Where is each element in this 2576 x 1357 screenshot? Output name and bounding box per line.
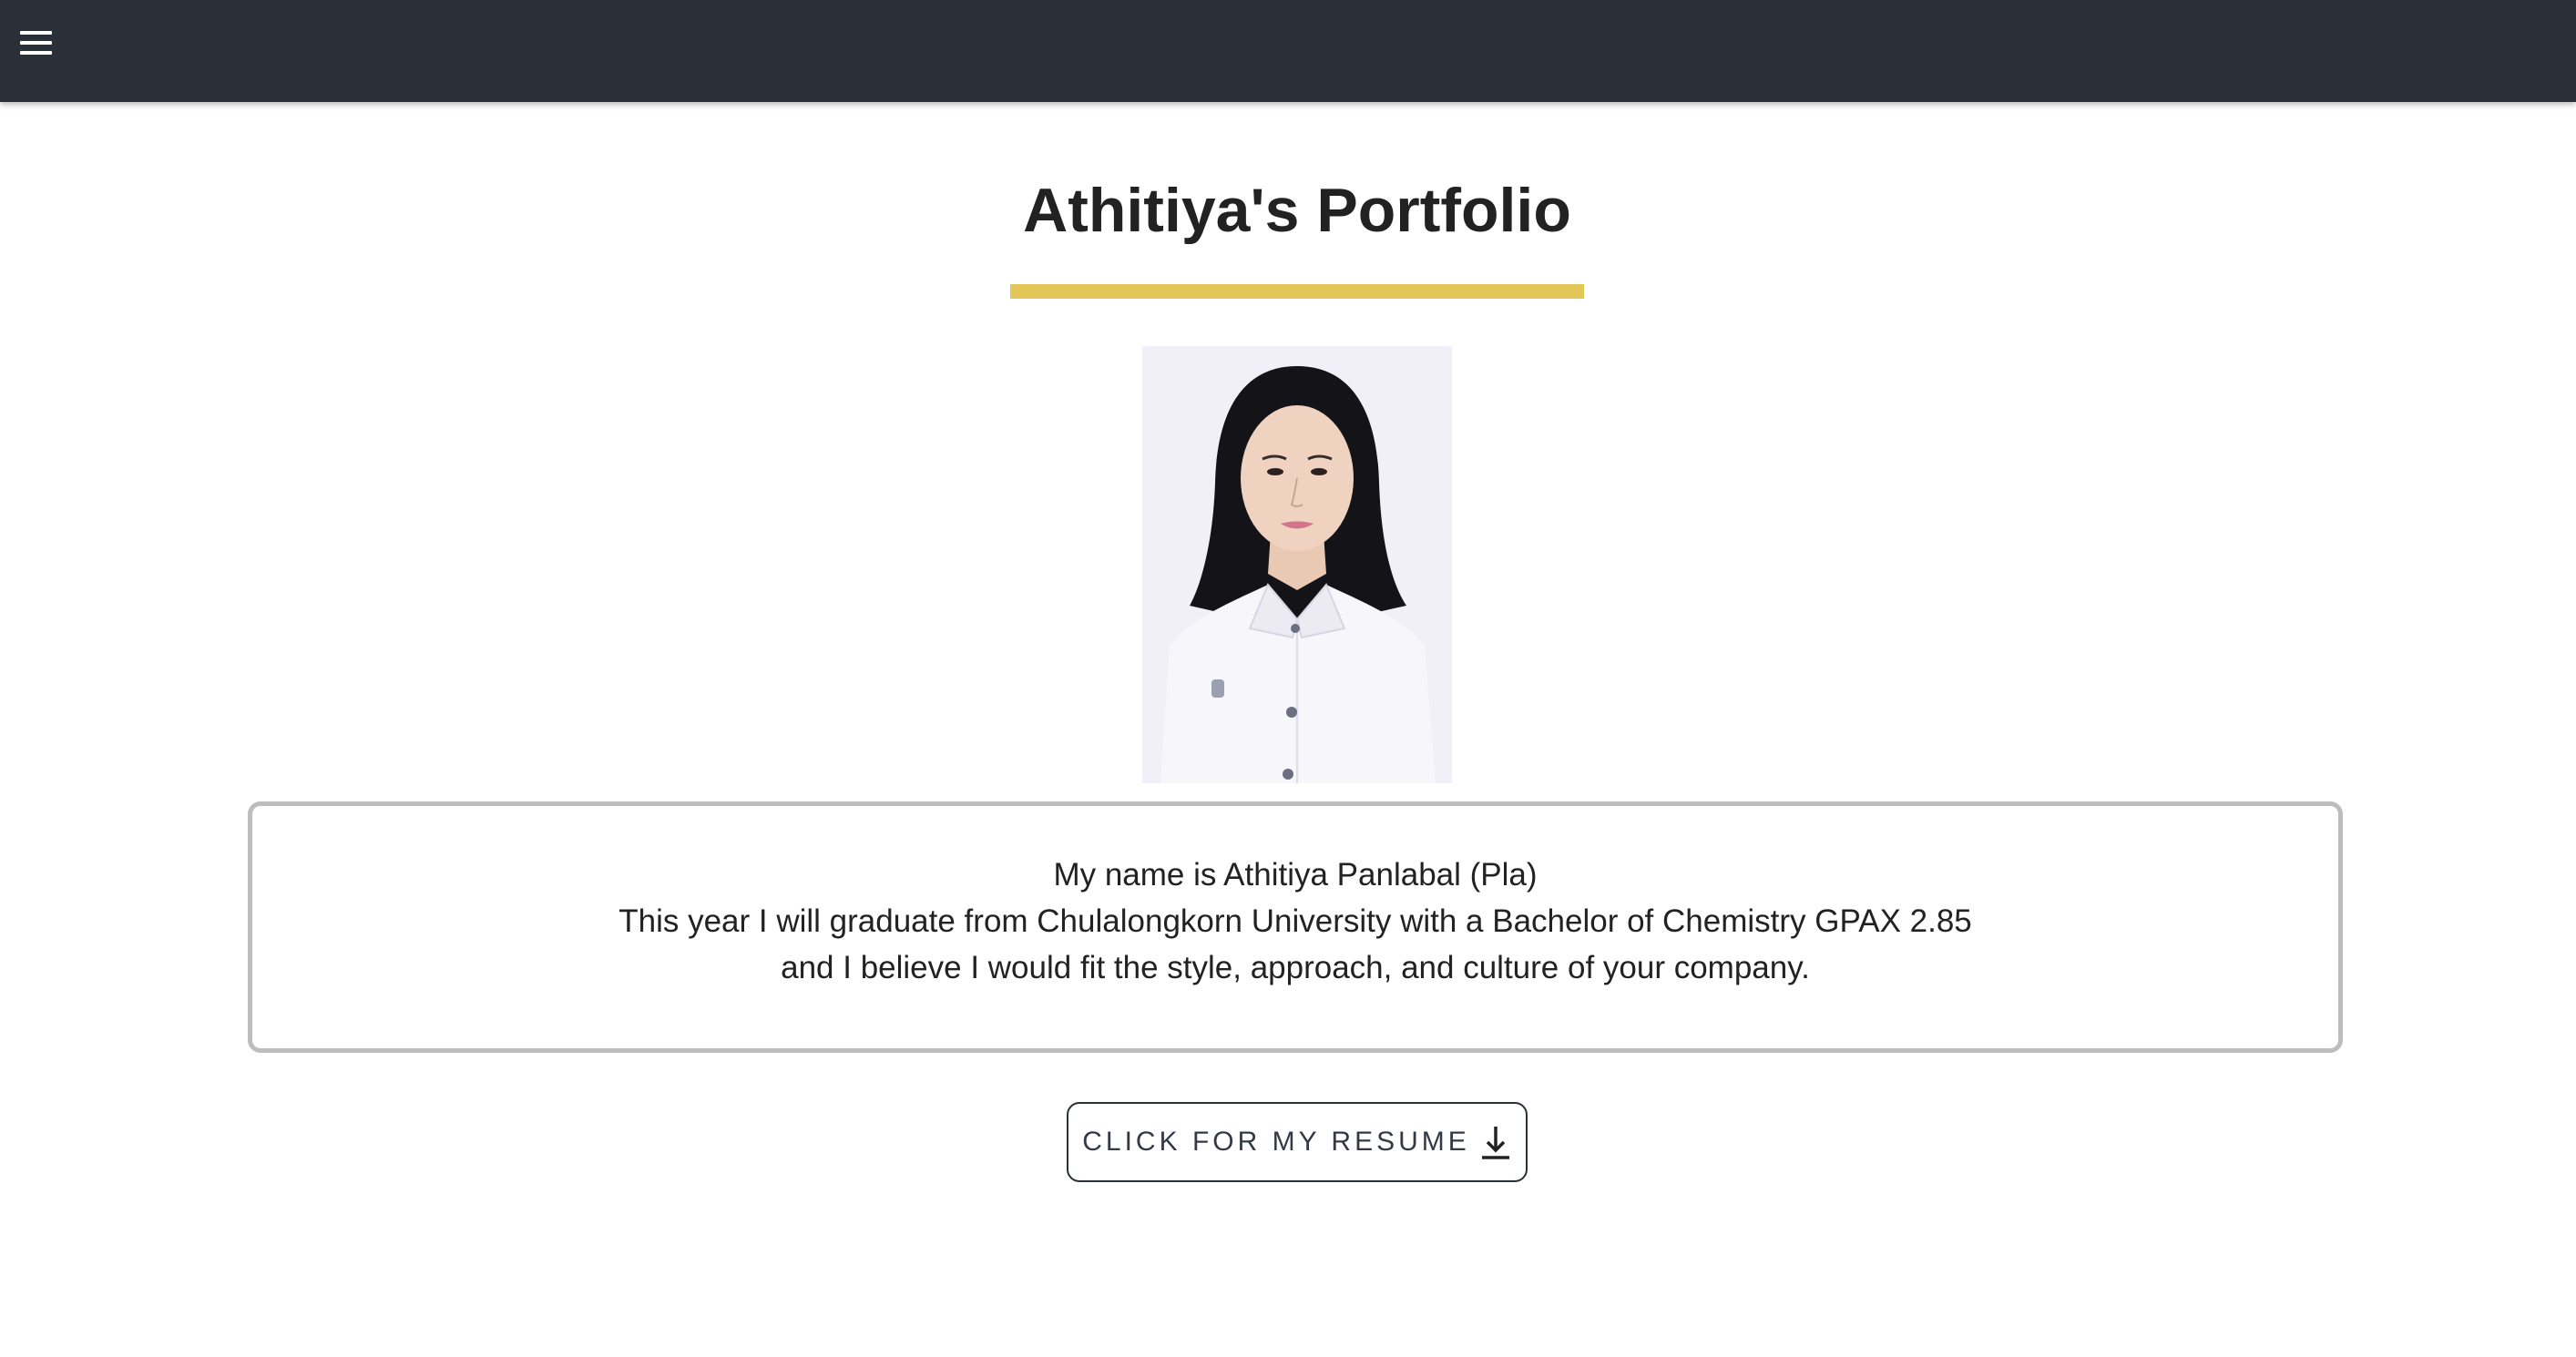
- page-title: Athitiya's Portfolio: [1023, 176, 1571, 245]
- about-line-name: My name is Athitiya Panlabal (Pla): [1053, 857, 1538, 893]
- resume-download-button[interactable]: CLICK FOR MY RESUME: [1067, 1102, 1528, 1182]
- profile-photo: [1142, 346, 1452, 783]
- about-line-fit: and I believe I would fit the style, app…: [781, 950, 1810, 985]
- download-icon: [1479, 1124, 1512, 1160]
- about-card: My name is Athitiya Panlabal (Pla) This …: [248, 801, 2343, 1053]
- title-underline: [1010, 284, 1584, 299]
- about-line-education: This year I will graduate from Chulalong…: [618, 903, 1972, 939]
- resume-button-label: CLICK FOR MY RESUME: [1082, 1127, 1470, 1157]
- hamburger-menu-icon[interactable]: [16, 26, 56, 62]
- top-navbar: [0, 0, 2576, 102]
- about-text: My name is Athitiya Panlabal (Pla) This …: [252, 852, 2338, 991]
